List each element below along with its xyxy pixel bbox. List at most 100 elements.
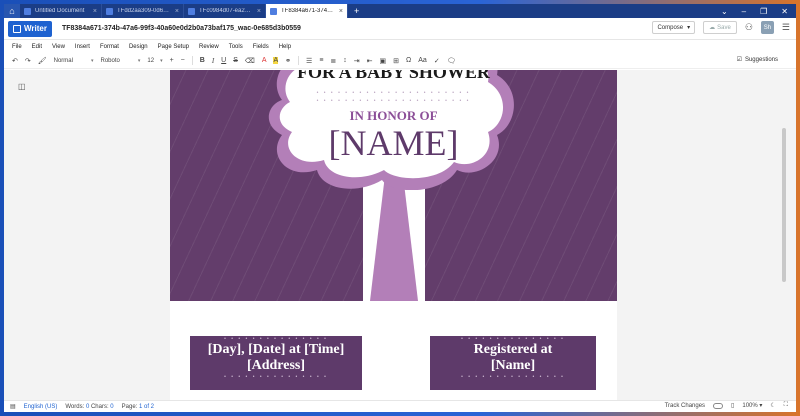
font-color-icon[interactable]: A bbox=[262, 57, 267, 64]
special-chars-icon[interactable]: Ω bbox=[406, 57, 411, 64]
tab-untitled[interactable]: Untitled Document × bbox=[20, 4, 102, 18]
save-button[interactable]: ☁ Save bbox=[703, 21, 737, 34]
chars-label: Chars: bbox=[90, 403, 109, 410]
title-bar: Writer TF8384a671-374b-47a6-99f3-40a60e0… bbox=[4, 18, 796, 40]
suggestions-icon: ☑ bbox=[736, 57, 742, 63]
strikethrough-icon[interactable]: S bbox=[233, 57, 238, 64]
dotted-divider: • • • • • • • • • • • • • • • bbox=[461, 374, 565, 380]
document-title[interactable]: TF8384a671-374b-47a6-99f3-40a60e0d2b0a73… bbox=[62, 25, 301, 32]
redo-icon[interactable]: ↷ bbox=[25, 57, 31, 65]
word-count[interactable]: Words: 0 Chars: 0 bbox=[65, 404, 113, 410]
table-icon[interactable]: ⊞ bbox=[393, 57, 399, 65]
menu-edit[interactable]: Edit bbox=[32, 44, 42, 50]
doc-stats-icon[interactable]: ▤ bbox=[10, 403, 16, 410]
italic-icon[interactable]: I bbox=[212, 57, 214, 65]
chevron-down-icon: ▾ bbox=[687, 25, 691, 31]
align-icon[interactable]: ≣ bbox=[330, 57, 336, 65]
page-indicator[interactable]: Page: 1 of 2 bbox=[122, 404, 154, 410]
dotted-divider: • • • • • • • • • • • • • • • bbox=[224, 374, 328, 380]
chevron-down-icon[interactable]: ⌄ bbox=[721, 7, 728, 16]
tab-label: TF8384a671-374b-47... bbox=[281, 8, 335, 14]
minimize-icon[interactable]: – bbox=[742, 7, 746, 16]
tab-label: Untitled Document bbox=[35, 8, 85, 14]
status-right: Track Changes ▯ 100% ▾ ☾ ⛶ bbox=[665, 402, 788, 409]
spellcheck-icon[interactable]: ✓ bbox=[434, 57, 440, 65]
font-family-value: Roboto bbox=[100, 57, 120, 64]
line-spacing-icon[interactable]: ↕ bbox=[343, 57, 347, 64]
menu-icon[interactable]: ☰ bbox=[782, 22, 790, 33]
outdent-icon[interactable]: ⇤ bbox=[367, 57, 373, 65]
toolbar-divider bbox=[298, 56, 300, 65]
suggestions-button[interactable]: ☑ Suggestions bbox=[736, 56, 778, 64]
bold-icon[interactable]: B bbox=[200, 57, 205, 64]
words-label: Words: bbox=[65, 403, 85, 410]
honoree-name: [NAME] bbox=[328, 123, 459, 163]
tab-document-2[interactable]: TFdd2aa309-0d6a-4... × bbox=[102, 4, 184, 18]
close-window-icon[interactable]: ✕ bbox=[781, 7, 788, 16]
page-total: of 2 bbox=[144, 403, 155, 410]
menu-format[interactable]: Format bbox=[100, 44, 119, 50]
bullet-list-icon[interactable]: ☰ bbox=[306, 57, 312, 65]
restore-icon[interactable]: ❐ bbox=[760, 7, 767, 16]
flyer-heading: FOR A BABY SHOWER bbox=[297, 70, 490, 82]
writer-logo[interactable]: Writer bbox=[8, 20, 52, 37]
font-size-select[interactable]: 12 ▾ bbox=[147, 58, 162, 64]
paragraph-style-value: Normal bbox=[53, 57, 73, 64]
avatar[interactable]: Sh bbox=[760, 21, 774, 34]
title-actions: Compose ▾ ☁ Save ⚇ Sh ☰ bbox=[652, 21, 790, 34]
menu-help[interactable]: Help bbox=[279, 44, 291, 50]
page-view-icon[interactable]: ▯ bbox=[731, 402, 734, 409]
menu-review[interactable]: Review bbox=[199, 44, 219, 50]
menu-insert[interactable]: Insert bbox=[75, 44, 90, 50]
close-tab-icon[interactable]: × bbox=[257, 8, 261, 15]
new-tab-icon[interactable]: + bbox=[348, 6, 365, 16]
close-tab-icon[interactable]: × bbox=[339, 8, 343, 15]
menu-design[interactable]: Design bbox=[129, 44, 148, 50]
zoom-selector[interactable]: 100% ▾ bbox=[742, 402, 762, 409]
track-changes-toggle[interactable] bbox=[713, 402, 724, 409]
menu-page-setup[interactable]: Page Setup bbox=[158, 44, 189, 50]
tab-active-document[interactable]: TF8384a671-374b-47... × bbox=[266, 4, 348, 18]
vertical-scrollbar[interactable] bbox=[782, 128, 786, 282]
undo-icon[interactable]: ↶ bbox=[12, 57, 18, 65]
event-address-text: [Address] bbox=[246, 358, 306, 373]
close-tab-icon[interactable]: × bbox=[175, 8, 179, 15]
tab-label: TFdd2aa309-0d6a-4... bbox=[117, 8, 171, 14]
tab-document-3[interactable]: TFc0984d07-ea26-4b... × bbox=[184, 4, 266, 18]
clear-format-icon[interactable]: ⌫ bbox=[245, 57, 255, 65]
paragraph-style-select[interactable]: Normal ▾ bbox=[54, 58, 94, 64]
indent-icon[interactable]: ⇥ bbox=[354, 57, 360, 65]
underline-icon[interactable]: U bbox=[221, 57, 226, 64]
highlight-icon[interactable]: A bbox=[273, 57, 279, 64]
home-icon[interactable]: ⌂ bbox=[4, 4, 20, 18]
close-tab-icon[interactable]: × bbox=[93, 8, 97, 15]
comment-icon[interactable]: 🗨 bbox=[447, 57, 456, 65]
flyer-details: • • • • • • • • • • • • • • • [Day], [Da… bbox=[170, 301, 617, 400]
app-name: Writer bbox=[24, 24, 47, 33]
image-icon[interactable]: ▣ bbox=[380, 57, 387, 65]
compose-dropdown[interactable]: Compose ▾ bbox=[652, 21, 696, 34]
share-user-icon[interactable]: ⚇ bbox=[745, 22, 753, 33]
font-family-select[interactable]: Roboto ▾ bbox=[101, 58, 141, 64]
theme-icon[interactable]: ☾ bbox=[770, 402, 775, 409]
text-case-icon[interactable]: Aa bbox=[418, 57, 427, 64]
document-page[interactable]: FOR A BABY SHOWER • • • • • • • • • • • … bbox=[170, 70, 617, 400]
menu-file[interactable]: File bbox=[12, 44, 22, 50]
page-label: Page: bbox=[121, 403, 138, 410]
dotted-divider: • • • • • • • • • • • • • • • • • • • • … bbox=[316, 90, 471, 96]
decrease-font-icon[interactable]: − bbox=[181, 57, 185, 64]
format-painter-icon[interactable]: 🖌 bbox=[38, 57, 47, 65]
increase-font-icon[interactable]: + bbox=[170, 57, 174, 64]
suggestions-label: Suggestions bbox=[744, 56, 778, 63]
fullscreen-icon[interactable]: ⛶ bbox=[784, 402, 788, 409]
menu-tools[interactable]: Tools bbox=[229, 44, 243, 50]
menu-fields[interactable]: Fields bbox=[253, 44, 269, 50]
document-canvas[interactable]: ◫ FOR A BABY SHOWER • • • • • • • • • • … bbox=[4, 70, 796, 400]
outline-panel-icon[interactable]: ◫ bbox=[18, 82, 26, 91]
link-icon[interactable]: ⚭ bbox=[285, 57, 291, 65]
document-icon bbox=[188, 7, 195, 15]
registry-box: • • • • • • • • • • • • • • • Registered… bbox=[430, 336, 596, 390]
numbered-list-icon[interactable]: ≡ bbox=[319, 57, 323, 64]
language-selector[interactable]: English (US) bbox=[24, 404, 58, 410]
menu-view[interactable]: View bbox=[52, 44, 65, 50]
